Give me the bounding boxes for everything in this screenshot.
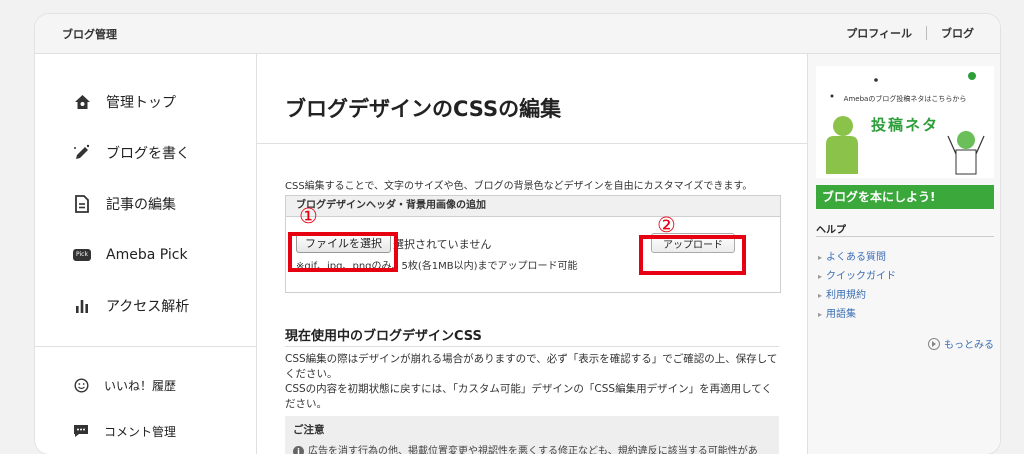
more-link[interactable]: もっとみる bbox=[928, 336, 994, 351]
sidebar-divider bbox=[35, 346, 256, 347]
annotation-highlight-choose-file bbox=[288, 232, 398, 272]
nav-blog-link[interactable]: ブログ bbox=[941, 25, 974, 41]
section-divider bbox=[285, 346, 779, 347]
smile-icon bbox=[72, 376, 90, 394]
top-bar: ブログ管理 プロフィール ブログ bbox=[35, 14, 1000, 54]
sidebar-item-label: アクセス解析 bbox=[106, 299, 190, 315]
help-title: ヘルプ bbox=[816, 225, 846, 236]
intro-text: CSS編集することで、文字のサイズや色、ブログの背景色などデザインを自由にカスタ… bbox=[285, 181, 753, 192]
help-list: ▸ よくある質問 ▸ クイックガイド ▸ 利用規約 ▸ 用語集 bbox=[818, 248, 896, 324]
banner-subtitle: Amebaのブログ投稿ネタはこちらから bbox=[843, 95, 967, 103]
help-link-glossary[interactable]: ▸ 用語集 bbox=[818, 305, 896, 324]
comment-icon bbox=[72, 422, 90, 440]
document-icon bbox=[72, 194, 92, 214]
top-nav: プロフィール ブログ bbox=[846, 25, 974, 41]
nav-profile-link[interactable]: プロフィール bbox=[846, 25, 912, 41]
css-edit-instructions: CSS編集の際はデザインが崩れる場合がありますので、必ず「表示を確認する」でご確… bbox=[285, 352, 779, 412]
help-divider bbox=[816, 236, 994, 237]
post-ideas-banner[interactable]: Amebaのブログ投稿ネタはこちらから 投稿ネタ bbox=[816, 66, 994, 178]
sidebar-item-label: Ameba Pick bbox=[106, 247, 188, 263]
upload-panel-heading: ブログデザインヘッダ・背景用画像の追加 bbox=[286, 196, 780, 217]
app-window: ブログ管理 プロフィール ブログ 管理トップ ブログを書く 記事の編集 Pick… bbox=[35, 14, 1000, 454]
sidebar-item-write-blog[interactable]: ブログを書く bbox=[72, 143, 190, 163]
title-divider bbox=[257, 143, 807, 144]
bullet-icon: ▸ bbox=[818, 272, 823, 281]
annotation-marker-2: ② bbox=[657, 213, 676, 237]
sidebar-item-label: コメント管理 bbox=[104, 424, 177, 439]
help-link-label: 利用規約 bbox=[826, 290, 867, 301]
notice-text-row: i 広告を消す行為の他、掲載位置変更や視認性を悪くする修正なども、規約違反に該当す… bbox=[293, 442, 758, 454]
sidebar-item-admin-top[interactable]: 管理トップ bbox=[72, 92, 176, 112]
help-link-label: よくある質問 bbox=[826, 252, 887, 263]
bullet-icon: ▸ bbox=[818, 310, 823, 319]
brand-title[interactable]: ブログ管理 bbox=[62, 26, 117, 42]
no-file-selected-text: 選択されていません bbox=[393, 238, 492, 251]
notice-title: ご注意 bbox=[293, 424, 325, 436]
sidebar-item-comment-management[interactable]: コメント管理 bbox=[72, 422, 176, 440]
css-edit-warning: CSS編集の際はデザインが崩れる場合がありますので、必ず「表示を確認する」でご確… bbox=[285, 353, 778, 380]
sidebar-item-label: 記事の編集 bbox=[106, 197, 176, 213]
help-link-quick-guide[interactable]: ▸ クイックガイド bbox=[818, 267, 896, 286]
help-link-label: 用語集 bbox=[826, 309, 857, 320]
sidebar-item-edit-articles[interactable]: 記事の編集 bbox=[72, 194, 176, 214]
main-content: ブログデザインのCSSの編集 CSS編集することで、文字のサイズや色、ブログの背… bbox=[257, 54, 807, 454]
pick-badge: Pick bbox=[73, 249, 91, 261]
sidebar: 管理トップ ブログを書く 記事の編集 Pick Ameba Pick アクセス解… bbox=[35, 54, 257, 454]
bar-chart-icon bbox=[72, 296, 92, 316]
info-icon: i bbox=[293, 446, 304, 454]
sidebar-item-label: ブログを書く bbox=[106, 146, 190, 162]
pick-icon: Pick bbox=[72, 245, 92, 265]
more-link-label: もっとみる bbox=[944, 340, 994, 351]
notice-text: 広告を消す行為の他、掲載位置変更や視認性を悪くする修正なども、規約違反に該当する… bbox=[308, 446, 758, 454]
sidebar-item-ameba-pick[interactable]: Pick Ameba Pick bbox=[72, 245, 188, 265]
right-sidebar: Amebaのブログ投稿ネタはこちらから 投稿ネタ ブログを本にしよう! ヘルプ … bbox=[807, 54, 1000, 454]
css-reset-instructions: CSSの内容を初期状態に戻すには、「カスタム可能」デザインの「CSS編集用デザイ… bbox=[285, 383, 772, 410]
help-link-faq[interactable]: ▸ よくある質問 bbox=[818, 248, 896, 267]
book-banner[interactable]: ブログを本にしよう! bbox=[816, 185, 994, 209]
help-link-label: クイックガイド bbox=[826, 271, 897, 282]
notice-box: ご注意 i 広告を消す行為の他、掲載位置変更や視認性を悪くする修正なども、規約違反… bbox=[285, 416, 779, 454]
home-icon bbox=[72, 92, 92, 112]
play-circle-icon bbox=[928, 337, 940, 350]
nav-separator bbox=[926, 26, 927, 40]
annotation-highlight-upload bbox=[639, 235, 746, 275]
sidebar-item-label: 管理トップ bbox=[106, 95, 176, 111]
bullet-icon: ▸ bbox=[818, 253, 823, 262]
annotation-marker-1: ① bbox=[299, 204, 318, 228]
help-link-terms[interactable]: ▸ 利用規約 bbox=[818, 286, 896, 305]
sidebar-item-access-analysis[interactable]: アクセス解析 bbox=[72, 296, 189, 316]
sidebar-item-likes-history[interactable]: いいね！履歴 bbox=[72, 376, 176, 394]
current-css-section-title: 現在使用中のブログデザインCSS bbox=[285, 329, 482, 344]
sidebar-item-label: いいね！履歴 bbox=[104, 378, 177, 393]
bullet-icon: ▸ bbox=[818, 291, 823, 300]
page-title: ブログデザインのCSSの編集 bbox=[285, 97, 562, 121]
banner-title: 投稿ネタ bbox=[870, 116, 939, 134]
pen-icon bbox=[72, 143, 92, 163]
